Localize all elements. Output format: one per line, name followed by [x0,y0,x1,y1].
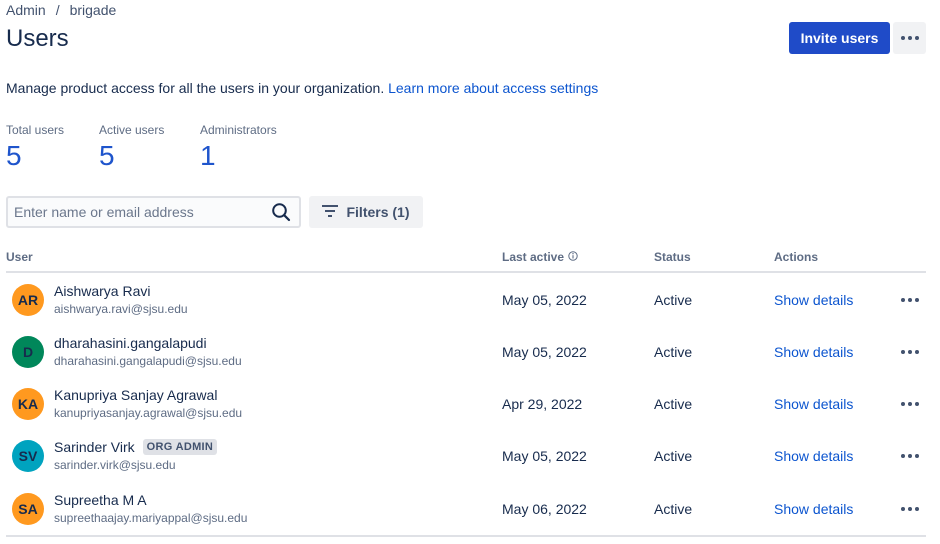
show-details-link[interactable]: Show details [774,448,853,464]
user-name: dharahasini.gangalapudi [54,335,207,351]
header-more-button[interactable] [893,22,926,54]
status-text: Active [654,501,693,517]
user-name-cell: Sarinder Virk ORG ADMIN [54,439,218,455]
last-active-date: Apr 29, 2022 [502,396,583,412]
status-text: Active [654,292,693,308]
user-name-cell: Kanupriya Sanjay Agrawal [54,387,217,403]
avatar: KA [12,388,44,420]
breadcrumb-separator: / [55,2,60,18]
user-name: Aishwarya Ravi [54,283,151,299]
show-details-link[interactable]: Show details [774,501,853,517]
last-active-date: May 05, 2022 [502,448,587,464]
more-horizontal-icon [901,454,919,458]
row-more-button[interactable] [896,501,924,517]
page-title: Users [6,25,69,52]
user-name: Kanupriya Sanjay Agrawal [54,387,218,403]
avatar: AR [12,284,44,316]
filter-icon [322,204,339,221]
table-row: SA Supreetha M A supreethaajay.mariyappal@… [6,483,926,535]
column-header-last-active: Last active [502,250,578,264]
show-details-link[interactable]: Show details [774,396,853,412]
org-admin-badge: ORG ADMIN [142,439,218,455]
row-more-button[interactable] [896,396,924,412]
avatar: SA [12,493,44,525]
last-active-date: May 05, 2022 [502,292,587,308]
stat-value: 5 [6,140,22,171]
stat-active-users: Active users 5 [99,123,164,172]
avatar: D [12,336,44,368]
column-header-user: User [6,250,33,264]
table-header-divider [6,271,926,273]
table-row: KA Kanupriya Sanjay Agrawal kanupriyasanja… [6,378,926,430]
last-active-date: May 05, 2022 [502,344,587,360]
more-horizontal-icon [901,350,919,354]
filters-button[interactable]: Filters (1) [309,196,423,228]
stat-label: Total users [6,123,65,137]
row-more-button[interactable] [896,344,924,360]
user-email: supreethaajay.mariyappal@sjsu.edu [54,511,248,525]
table-row: AR Aishwarya Ravi aishwarya.ravi@sjsu.edu M… [6,274,926,326]
last-active-date: May 06, 2022 [502,501,587,517]
row-more-button[interactable] [896,448,924,464]
more-horizontal-icon [901,402,919,406]
stat-total-users: Total users 5 [6,123,64,172]
user-name-cell: Supreetha M A [54,492,147,508]
breadcrumb-current-link[interactable]: brigade [70,2,117,18]
stat-label: Active users [99,123,165,137]
status-text: Active [654,344,693,360]
page-description: Manage product access for all the users … [6,80,598,96]
status-text: Active [654,396,693,412]
row-more-button[interactable] [896,292,924,308]
table-bottom-divider [6,535,926,537]
more-horizontal-icon [901,507,919,511]
invite-users-button[interactable]: Invite users [789,22,890,54]
user-name-cell: Aishwarya Ravi [54,283,150,299]
column-header-last-active-label: Last active [502,250,565,264]
breadcrumb: Admin / brigade [6,2,116,18]
access-settings-link[interactable]: Learn more about access settings [388,80,598,96]
table-row: Ddharahasini.gangalapudi dharahasini.gang… [6,326,926,378]
stat-value: 5 [99,140,115,171]
filters-label: Filters (1) [346,204,410,220]
stat-administrators: Administrators 1 [200,123,277,172]
info-icon[interactable] [568,250,578,264]
breadcrumb-admin-link[interactable]: Admin [6,2,46,18]
search-icon[interactable] [271,202,291,227]
search-box [6,196,301,228]
column-header-actions: Actions [774,250,819,264]
status-text: Active [654,448,693,464]
more-horizontal-icon [900,36,919,40]
show-details-link[interactable]: Show details [774,292,853,308]
column-header-status: Status [654,250,691,264]
search-input[interactable] [8,198,264,226]
avatar: SV [12,440,44,472]
stat-label: Administrators [200,123,277,137]
user-email: sarinder.virk@sjsu.edu [54,458,176,472]
user-email: kanupriyasanjay.agrawal@sjsu.edu [54,406,243,420]
stat-value: 1 [200,140,216,171]
user-name: Supreetha M A [54,492,147,508]
user-email: dharahasini.gangalapudi@sjsu.edu [54,354,242,368]
description-text: Manage product access for all the users … [6,80,389,96]
user-name-cell: dharahasini.gangalapudi [54,335,207,351]
table-row: SV Sarinder Virk ORG ADMIN sarinder.virk@sj… [6,430,926,482]
user-email: aishwarya.ravi@sjsu.edu [54,302,188,316]
show-details-link[interactable]: Show details [774,344,853,360]
more-horizontal-icon [901,298,919,302]
user-name: Sarinder Virk [54,439,135,455]
